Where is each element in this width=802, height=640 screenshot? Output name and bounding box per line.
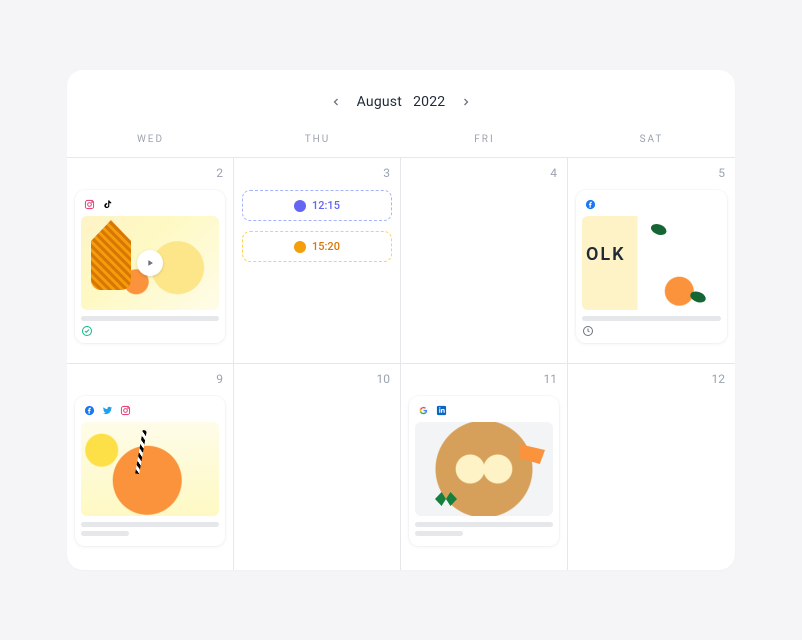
day-number: 4 <box>550 166 557 180</box>
post-card[interactable] <box>576 190 727 343</box>
day-number: 2 <box>216 166 223 180</box>
linkedin-icon <box>435 404 447 416</box>
day-cell[interactable]: 11 <box>401 364 568 570</box>
year-label: 2022 <box>413 94 445 110</box>
month-year-label: August 2022 <box>357 94 446 110</box>
weekday-label: THU <box>234 124 401 157</box>
caption-placeholder <box>582 316 721 321</box>
post-card[interactable] <box>409 396 559 546</box>
calendar-grid: 2 <box>67 157 735 570</box>
check-circle-icon <box>81 325 93 337</box>
calendar-header: August 2022 <box>67 70 735 124</box>
facebook-icon <box>584 198 596 210</box>
day-cell[interactable]: 3 12:15 15:20 <box>234 158 401 364</box>
weekday-label: WED <box>67 124 234 157</box>
month-label: August <box>357 94 402 110</box>
caption-placeholder <box>415 522 553 536</box>
day-cell[interactable]: 9 <box>67 364 234 570</box>
platform-icons <box>415 402 553 422</box>
clock-icon <box>582 325 594 337</box>
platform-icons <box>81 196 219 216</box>
day-cell[interactable]: 12 <box>568 364 735 570</box>
platform-icons <box>81 402 219 422</box>
tiktok-icon <box>101 198 113 210</box>
post-thumbnail <box>81 216 219 310</box>
calendar-widget: August 2022 WED THU FRI SAT 2 <box>67 70 735 570</box>
slot-time: 12:15 <box>312 199 340 212</box>
facebook-icon <box>83 404 95 416</box>
caption-placeholder <box>81 522 219 536</box>
post-card[interactable] <box>75 396 225 546</box>
slot-time: 15:20 <box>312 240 340 253</box>
day-number: 3 <box>383 166 390 180</box>
post-thumbnail <box>81 422 219 516</box>
weekday-label: SAT <box>568 124 735 157</box>
day-cell[interactable]: 4 <box>401 158 568 364</box>
clock-icon <box>294 200 306 212</box>
prev-month-button[interactable] <box>329 95 343 109</box>
time-slot[interactable]: 12:15 <box>242 190 392 221</box>
twitter-icon <box>101 404 113 416</box>
day-number: 10 <box>377 372 391 386</box>
day-number: 9 <box>216 372 223 386</box>
instagram-icon <box>119 404 131 416</box>
day-cell[interactable]: 5 <box>568 158 735 364</box>
play-icon[interactable] <box>137 250 163 276</box>
day-number: 12 <box>712 372 726 386</box>
day-number: 11 <box>544 372 558 386</box>
day-cell[interactable]: 2 <box>67 158 234 364</box>
day-number: 5 <box>718 166 725 180</box>
clock-icon <box>294 241 306 253</box>
next-month-button[interactable] <box>459 95 473 109</box>
instagram-icon <box>83 198 95 210</box>
google-icon <box>417 404 429 416</box>
weekday-label: FRI <box>401 124 568 157</box>
post-card[interactable] <box>75 190 225 343</box>
platform-icons <box>582 196 721 216</box>
weekday-row: WED THU FRI SAT <box>67 124 735 157</box>
post-thumbnail <box>582 216 721 310</box>
post-thumbnail <box>415 422 553 516</box>
day-cell[interactable]: 10 <box>234 364 401 570</box>
time-slot[interactable]: 15:20 <box>242 231 392 262</box>
caption-placeholder <box>81 316 219 321</box>
